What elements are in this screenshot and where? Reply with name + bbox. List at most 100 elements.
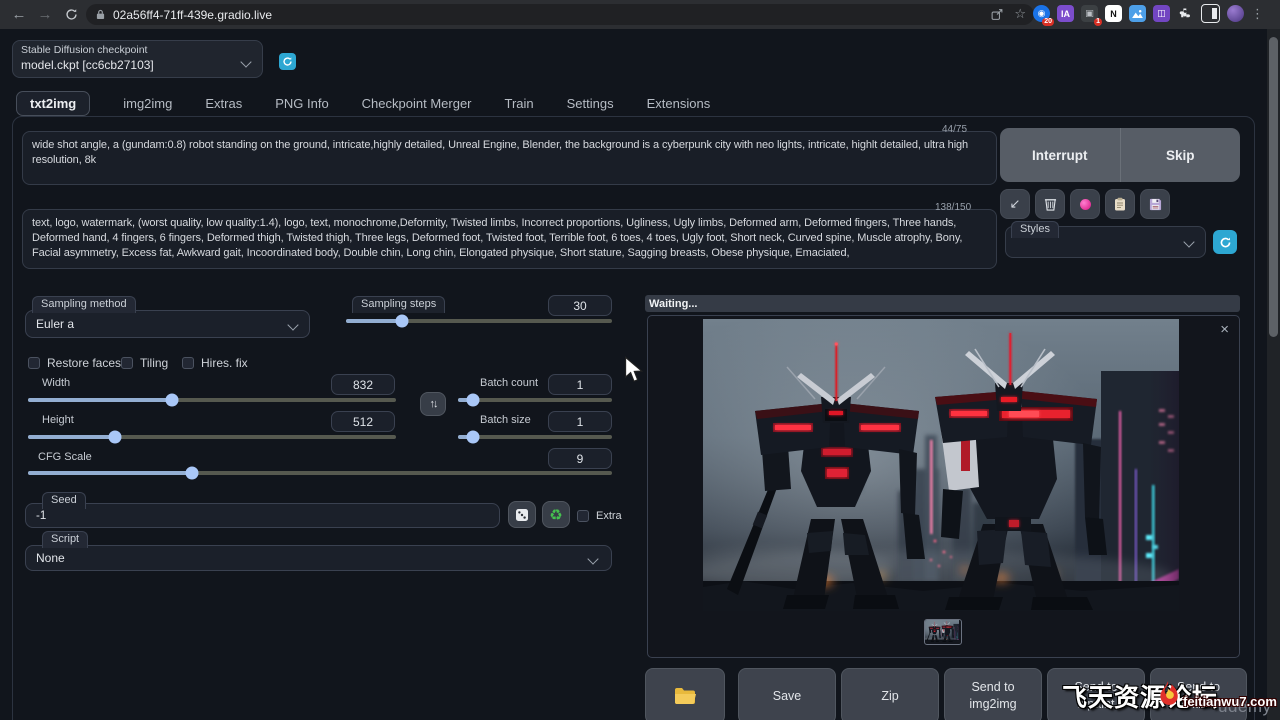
sampling-method-value: Euler a — [36, 317, 74, 331]
checkbox-icon — [121, 357, 133, 369]
checkbox-icon — [577, 510, 589, 522]
sampling-method-select[interactable]: Euler a — [25, 310, 310, 338]
purple-extension-icon[interactable]: ◫ — [1153, 5, 1170, 22]
url-text: 02a56ff4-71ff-439e.gradio.live — [113, 8, 272, 22]
restore-faces-label: Restore faces — [47, 356, 121, 370]
apply-style-button[interactable] — [1105, 189, 1135, 219]
main-tabs: txt2img img2img Extras PNG Info Checkpoi… — [16, 90, 710, 117]
tab-txt2img[interactable]: txt2img — [16, 91, 90, 116]
reuse-seed-button[interactable]: ♻ — [542, 501, 570, 528]
negative-prompt-counter: 138/150 — [935, 202, 971, 213]
notion-extension-icon[interactable]: N — [1105, 5, 1122, 22]
sampling-steps-label: Sampling steps — [352, 296, 445, 313]
tiling-checkbox[interactable]: Tiling — [121, 354, 168, 372]
watermark-domain: feitianwu7.com — [1183, 694, 1277, 709]
generated-image[interactable] — [703, 319, 1179, 611]
send-to-img2img-button[interactable]: Send to img2img — [944, 668, 1042, 720]
script-select[interactable]: None — [25, 545, 612, 571]
flame-icon — [1155, 680, 1181, 706]
interrupt-skip-group: Interrupt Skip — [1000, 128, 1240, 182]
seed-input[interactable]: -1 — [25, 503, 500, 528]
share-icon[interactable] — [990, 8, 1004, 21]
tab-png-info[interactable]: PNG Info — [275, 96, 328, 111]
profile-avatar[interactable] — [1227, 5, 1244, 22]
prompt-counter: 44/75 — [942, 124, 967, 135]
cfg-scale-input[interactable]: 9 — [548, 448, 612, 469]
mouse-cursor — [624, 356, 644, 384]
tab-extras[interactable]: Extras — [205, 96, 242, 111]
tab-extensions[interactable]: Extensions — [647, 96, 711, 111]
open-folder-button[interactable] — [645, 668, 725, 720]
hires-fix-checkbox[interactable]: Hires. fix — [182, 354, 248, 372]
refresh-icon[interactable] — [60, 3, 82, 25]
height-input[interactable]: 512 — [331, 411, 395, 432]
chevron-down-icon — [1183, 236, 1194, 247]
camera-extension-icon[interactable]: ▣1 — [1081, 5, 1098, 22]
zip-button[interactable]: Zip — [841, 668, 939, 720]
close-icon[interactable]: × — [1220, 322, 1229, 337]
paste-params-button[interactable]: ↙ — [1000, 189, 1030, 219]
tab-checkpoint-merger[interactable]: Checkpoint Merger — [362, 96, 472, 111]
result-gallery: × — [647, 315, 1240, 658]
checkpoint-value[interactable]: model.ckpt [cc6cb27103] — [21, 58, 154, 72]
sidebar-extension-icon[interactable] — [1201, 4, 1220, 23]
page-scrollbar[interactable] — [1267, 29, 1280, 720]
height-label: Height — [42, 414, 74, 426]
sampling-steps-input[interactable]: 30 — [548, 295, 612, 316]
checkpoint-refresh-button[interactable] — [279, 53, 296, 70]
scrollbar-thumb[interactable] — [1269, 37, 1278, 337]
hires-fix-label: Hires. fix — [201, 356, 248, 370]
extra-networks-button[interactable] — [1070, 189, 1100, 219]
sampling-steps-slider[interactable] — [346, 319, 612, 323]
gallery-thumbnail[interactable] — [924, 619, 962, 645]
bookmark-star-icon[interactable]: ☆ — [1014, 6, 1026, 22]
browser-toolbar: ← → 02a56ff4-71ff-439e.gradio.live ☆ ◉20… — [0, 0, 1280, 29]
extension-icons: ◉20 IA ▣1 N ◫ ⋮ — [1033, 4, 1264, 23]
chevron-down-icon — [287, 319, 298, 330]
batch-count-input[interactable]: 1 — [548, 374, 612, 395]
batch-count-slider[interactable] — [458, 398, 612, 402]
checkpoint-label: Stable Diffusion checkpoint — [21, 44, 147, 56]
styles-label: Styles — [1011, 221, 1059, 238]
chevron-down-icon — [587, 553, 598, 564]
clear-prompt-button[interactable] — [1035, 189, 1065, 219]
recycle-icon: ♻ — [549, 506, 562, 524]
width-slider[interactable] — [28, 398, 396, 402]
ia-extension-icon[interactable]: IA — [1057, 5, 1074, 22]
height-slider[interactable] — [28, 435, 396, 439]
tab-img2img[interactable]: img2img — [123, 96, 172, 111]
tab-settings[interactable]: Settings — [567, 96, 614, 111]
paste-arrow-icon: ↙ — [1010, 196, 1021, 212]
forward-icon[interactable]: → — [34, 3, 56, 25]
prompt-input[interactable]: wide shot angle, a (gundam:0.8) robot st… — [22, 131, 997, 185]
back-icon[interactable]: ← — [8, 3, 30, 25]
url-bar[interactable]: 02a56ff4-71ff-439e.gradio.live ☆ — [86, 4, 1034, 25]
random-seed-button[interactable] — [508, 501, 536, 528]
negative-prompt-input[interactable]: text, logo, watermark, (worst quality, l… — [22, 209, 997, 269]
screenshot-root: ← → 02a56ff4-71ff-439e.gradio.live ☆ ◉20… — [0, 0, 1280, 720]
save-style-button[interactable] — [1140, 189, 1170, 219]
batch-size-input[interactable]: 1 — [548, 411, 612, 432]
swap-dimensions-button[interactable]: ↑↓ — [420, 392, 446, 416]
chrome-menu-icon[interactable]: ⋮ — [1251, 6, 1264, 22]
styles-refresh-button[interactable] — [1213, 230, 1237, 254]
pin-extension-icon[interactable]: ◉20 — [1033, 5, 1050, 22]
checkbox-icon — [182, 357, 194, 369]
width-input[interactable]: 832 — [331, 374, 395, 395]
checkbox-icon — [28, 357, 40, 369]
restore-faces-checkbox[interactable]: Restore faces — [28, 354, 121, 372]
extensions-puzzle-icon[interactable] — [1177, 5, 1194, 22]
progress-bar: Waiting... — [645, 295, 1240, 312]
width-label: Width — [42, 377, 70, 389]
seed-extra-checkbox[interactable]: Extra — [577, 507, 622, 525]
image-extension-icon[interactable] — [1129, 5, 1146, 22]
batch-count-label: Batch count — [480, 377, 538, 389]
interrupt-button[interactable]: Interrupt — [1000, 128, 1121, 182]
tiling-label: Tiling — [140, 356, 168, 370]
tab-train[interactable]: Train — [505, 96, 534, 111]
batch-size-slider[interactable] — [458, 435, 612, 439]
skip-button[interactable]: Skip — [1121, 128, 1241, 182]
cfg-scale-slider[interactable] — [28, 471, 612, 475]
save-button[interactable]: Save — [738, 668, 836, 720]
seed-extra-label: Extra — [596, 510, 622, 522]
